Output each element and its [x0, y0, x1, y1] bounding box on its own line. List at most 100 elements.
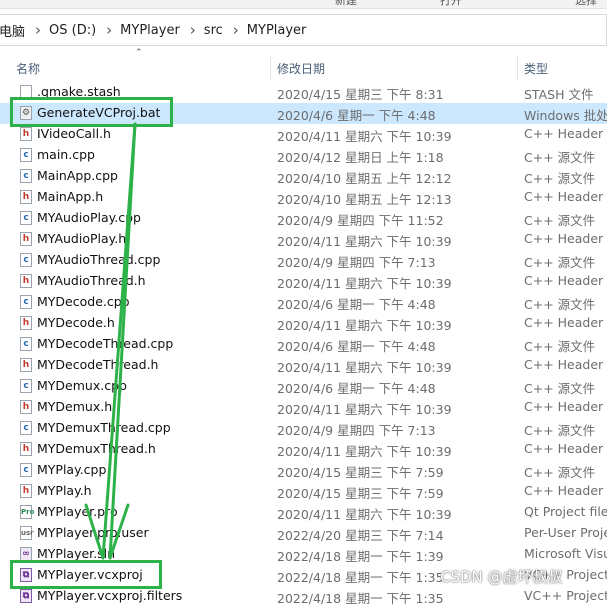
annotation-highlight-vcxproj: [10, 560, 162, 589]
column-type-header[interactable]: 类型: [524, 60, 548, 77]
file-row[interactable]: h MYDemuxThread.h 2020/4/11 星期六 下午 10:39 C+…: [0, 439, 607, 460]
file-modified-date: 2020/4/15 星期三 下午 7:59: [277, 465, 444, 480]
file-modified-date: 2020/4/11 星期六 下午 10:39: [277, 360, 452, 375]
file-row[interactable]: usr MYPlayer.pro.user 2022/4/20 星期三 下午 7:1…: [0, 523, 607, 544]
file-type: C++ 源文件: [524, 255, 596, 270]
qt-project-icon: Pro: [20, 505, 34, 519]
cpp-source-file-icon: c: [20, 148, 32, 162]
cpp-source-file-icon: c: [20, 421, 32, 435]
user-file-icon: usr: [20, 526, 34, 540]
file-type: C++ 源文件: [524, 339, 596, 354]
watermark: CSDN @虚坏叔叔: [440, 568, 563, 586]
file-row[interactable]: c MYAudioPlay.cpp 2020/4/9 星期四 下午 11:52 C++…: [0, 208, 607, 229]
file-name: IVideoCall.h: [37, 126, 111, 141]
file-row[interactable]: h MYAudioThread.h 2020/4/11 星期六 下午 10:39 C+…: [0, 271, 607, 292]
file-name: MYDemuxThread.h: [37, 441, 156, 456]
file-type: Qt Project file: [524, 504, 607, 519]
file-row[interactable]: c MYDecode.cpp 2020/4/6 星期一 下午 4:48 C++ 源文件: [0, 292, 607, 313]
c-header-file-icon: h: [20, 274, 32, 288]
cpp-source-file-icon: c: [20, 211, 32, 225]
file-modified-date: 2022/4/20 星期三 下午 7:14: [277, 528, 444, 543]
cpp-source-file-icon: c: [20, 463, 32, 477]
file-row[interactable]: c MainApp.cpp 2020/4/10 星期五 上午 12:12 C++ 源文…: [0, 166, 607, 187]
ribbon-new-label[interactable]: 新建: [335, 0, 357, 8]
file-type: C++ 源文件: [524, 171, 596, 186]
file-modified-date: 2020/4/9 星期四 下午 7:13: [277, 255, 436, 270]
file-type: Windows 批处理: [524, 108, 607, 123]
file-modified-date: 2020/4/6 星期一 下午 4:48: [277, 381, 436, 396]
file-name: MYAudioThread.h: [37, 273, 146, 288]
file-type: C++ Header file: [524, 189, 607, 204]
column-divider[interactable]: [270, 56, 271, 80]
file-row[interactable]: h MainApp.h 2020/4/10 星期五 上午 12:13 C++ Head…: [0, 187, 607, 208]
breadcrumb-separator-icon[interactable]: [27, 21, 49, 39]
file-row[interactable]: Pro MYPlayer.pro 2020/4/11 星期六 下午 10:39 Qt …: [0, 502, 607, 523]
file-row[interactable]: c MYPlay.cpp 2020/4/15 星期三 下午 7:59 C++ 源文件: [0, 460, 607, 481]
file-modified-date: 2020/4/11 星期六 下午 10:39: [277, 402, 452, 417]
breadcrumb-src[interactable]: src: [204, 23, 225, 38]
breadcrumb-pc[interactable]: 电脑: [0, 21, 27, 40]
file-row[interactable]: h IVideoCall.h 2020/4/11 星期六 下午 10:39 C++ H…: [0, 124, 607, 145]
file-modified-date: 2020/4/11 星期六 下午 10:39: [277, 507, 452, 522]
file-row[interactable]: c main.cpp 2020/4/12 星期日 上午 1:18 C++ 源文件: [0, 145, 607, 166]
file-row[interactable]: c MYDemux.cpp 2020/4/6 星期一 下午 4:48 C++ 源文件: [0, 376, 607, 397]
file-name: MYPlayer.pro: [37, 504, 118, 519]
file-modified-date: 2020/4/6 星期一 下午 4:48: [277, 297, 436, 312]
file-type: C++ 源文件: [524, 213, 596, 228]
c-header-file-icon: h: [20, 400, 32, 414]
file-modified-date: 2020/4/11 星期六 下午 10:39: [277, 276, 452, 291]
file-row[interactable]: c MYDemuxThread.cpp 2020/4/9 星期四 下午 7:13 C+…: [0, 418, 607, 439]
file-modified-date: 2020/4/15 星期三 下午 7:59: [277, 486, 444, 501]
file-row[interactable]: c MYDecodeThread.cpp 2020/4/6 星期一 下午 4:48 C…: [0, 334, 607, 355]
file-row[interactable]: h MYDecode.h 2020/4/11 星期六 下午 10:39 C++ Hea…: [0, 313, 607, 334]
file-row[interactable]: h MYPlay.h 2020/4/15 星期三 下午 7:59 C++ Header…: [0, 481, 607, 502]
breadcrumb-myplayer[interactable]: MYPlayer: [120, 23, 182, 38]
file-row[interactable]: h MYAudioPlay.h 2020/4/11 星期六 下午 10:39 C++ …: [0, 229, 607, 250]
file-modified-date: 2020/4/15 星期三 下午 8:31: [277, 87, 444, 102]
column-divider[interactable]: [517, 56, 518, 80]
c-header-file-icon: h: [20, 127, 32, 141]
ribbon-open-label[interactable]: 打开: [440, 0, 462, 8]
file-modified-date: 2020/4/10 星期五 上午 12:13: [277, 192, 452, 207]
file-row[interactable]: c MYAudioThread.cpp 2020/4/9 星期四 下午 7:13 C+…: [0, 250, 607, 271]
file-modified-date: 2020/4/9 星期四 下午 7:13: [277, 423, 436, 438]
file-type: C++ Header file: [524, 231, 607, 246]
file-name: MainApp.h: [37, 189, 104, 204]
breadcrumb-current[interactable]: MYPlayer: [247, 23, 309, 38]
ribbon-select-label[interactable]: 选择: [575, 0, 597, 8]
file-type: Per-User Project: [524, 525, 607, 540]
file-row[interactable]: h MYDecodeThread.h 2020/4/11 星期六 下午 10:39 C…: [0, 355, 607, 376]
c-header-file-icon: h: [20, 190, 32, 204]
file-name: main.cpp: [37, 147, 95, 162]
breadcrumb-separator-icon[interactable]: [225, 21, 247, 39]
file-row[interactable]: h MYDemux.h 2020/4/11 星期六 下午 10:39 C++ Head…: [0, 397, 607, 418]
file-name: MYDecode.h: [37, 315, 115, 330]
ribbon-strip: 新建 打开 选择: [0, 0, 607, 9]
file-type: C++ Header file: [524, 483, 607, 498]
file-type: C++ Header file: [524, 441, 607, 456]
file-modified-date: 2020/4/6 星期一 下午 4:48: [277, 339, 436, 354]
c-header-file-icon: h: [20, 484, 32, 498]
breadcrumb-drive[interactable]: OS (D:): [49, 23, 98, 38]
column-name-header[interactable]: 名称: [16, 60, 40, 77]
file-type: C++ Header file: [524, 357, 607, 372]
cpp-source-file-icon: c: [20, 295, 32, 309]
cpp-source-file-icon: c: [20, 169, 32, 183]
c-header-file-icon: h: [20, 358, 32, 372]
file-name: MYDecode.cpp: [37, 294, 130, 309]
file-name: MYPlay.cpp: [37, 462, 107, 477]
breadcrumb-separator-icon[interactable]: [182, 21, 204, 39]
column-date-header[interactable]: 修改日期: [277, 60, 325, 77]
file-modified-date: 2020/4/11 星期六 下午 10:39: [277, 234, 452, 249]
address-bar[interactable]: 电脑 OS (D:) MYPlayer src MYPlayer: [0, 14, 607, 46]
file-type: C++ Header file: [524, 273, 607, 288]
file-modified-date: 2020/4/11 星期六 下午 10:39: [277, 129, 452, 144]
breadcrumb-separator-icon[interactable]: [98, 21, 120, 39]
c-header-file-icon: h: [20, 232, 32, 246]
c-header-file-icon: h: [20, 442, 32, 456]
cpp-source-file-icon: c: [20, 379, 32, 393]
file-name: MYAudioPlay.cpp: [37, 210, 141, 225]
file-type: C++ Header file: [524, 399, 607, 414]
file-row[interactable]: ⧉ MYPlayer.vcxproj.filters 2022/4/18 星期一 下…: [0, 586, 607, 607]
file-type: C++ 源文件: [524, 423, 596, 438]
